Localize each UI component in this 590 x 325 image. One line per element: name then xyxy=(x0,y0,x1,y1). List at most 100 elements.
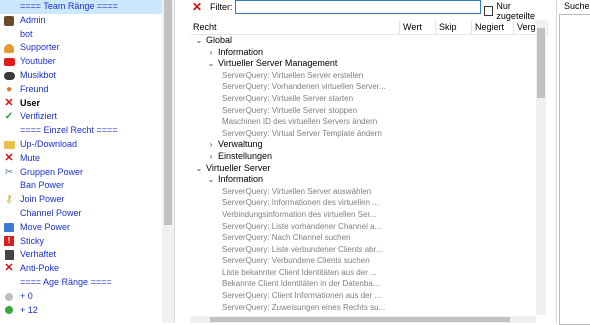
admin-avatar-icon xyxy=(3,15,15,26)
tree-vertical-scrollbar[interactable] xyxy=(536,20,546,315)
group-item[interactable]: ==== Team Ränge ==== xyxy=(0,0,162,14)
tree-horizontal-scrollbar[interactable] xyxy=(190,316,536,323)
tree-label: Information xyxy=(218,174,264,185)
tree-category[interactable]: ⌄ Information xyxy=(190,174,536,186)
permission-item[interactable]: ServerQuery: Zuweisungen eines Rechts su… xyxy=(190,302,536,314)
tree-label: Bekannte Client Identitäten in der Daten… xyxy=(222,279,380,289)
group-item[interactable]: Up-/Download xyxy=(0,138,162,152)
search-results-box[interactable] xyxy=(559,14,590,325)
group-item[interactable]: Admin xyxy=(0,14,162,28)
group-item-label: Youtuber xyxy=(20,56,56,67)
jail-icon xyxy=(3,250,15,261)
filter-input[interactable] xyxy=(235,0,481,14)
scrollbar-thumb[interactable] xyxy=(210,317,510,322)
permission-item[interactable]: Verbindungsinformation des virtuellen Se… xyxy=(190,209,536,221)
permission-item[interactable]: ServerQuery: Verbundene Clients suchen xyxy=(190,255,536,267)
group-item[interactable]: ==== Age Ränge ==== xyxy=(0,276,162,290)
expand-right-icon[interactable]: › xyxy=(206,139,216,151)
group-item[interactable]: Channel Power xyxy=(0,207,162,221)
scrollbar-thumb[interactable] xyxy=(537,28,545,98)
group-item[interactable]: + 12 xyxy=(0,304,162,318)
permission-item[interactable]: ServerQuery: Virtuelle Server starten xyxy=(190,93,536,105)
move-icon xyxy=(3,222,15,233)
key-icon: ⚷ xyxy=(5,194,13,206)
group-item-label: + 0 xyxy=(20,290,33,301)
youtube-icon xyxy=(3,57,15,68)
search-panel: Suchen: xyxy=(556,0,590,325)
permission-tree[interactable]: ⌄ Global › Information ⌄ Virtueller Server Ma… xyxy=(190,35,536,315)
only-assigned-label: Nur zugeteilte xyxy=(496,1,535,21)
group-item[interactable]: ✕ User xyxy=(0,97,162,111)
group-item[interactable]: Musikbot xyxy=(0,69,162,83)
permission-item[interactable]: ServerQuery: Liste verbundener Clients a… xyxy=(190,244,536,256)
permission-item[interactable]: ServerQuery: Virtuellen Server erstellen xyxy=(190,70,536,82)
scrollbar-thumb[interactable] xyxy=(164,0,172,225)
permission-item[interactable]: ServerQuery: Virtuelle Server stoppen xyxy=(190,105,536,117)
expand-down-icon[interactable]: ⌄ xyxy=(194,163,204,175)
tree-label: ServerQuery: Liste vorhandener Channel a… xyxy=(222,221,382,231)
tree-category[interactable]: › Einstellungen xyxy=(190,151,536,163)
tree-label: Information xyxy=(218,46,264,57)
tree-category[interactable]: › Information xyxy=(190,47,536,59)
expand-right-icon[interactable]: › xyxy=(206,151,216,163)
tree-label: ServerQuery: Virtuellen Server erstellen xyxy=(222,70,364,80)
permission-table-header: Recht Wert Skip Negiert Vergab xyxy=(190,20,548,35)
permission-item[interactable]: ServerQuery: Informationen des virtuelle… xyxy=(190,197,536,209)
group-item-label: Verifiziert xyxy=(20,111,58,122)
column-header[interactable]: Negiert xyxy=(472,20,514,34)
group-list-scrollbar[interactable] xyxy=(162,0,175,323)
empty-icon xyxy=(3,181,15,192)
group-item-label: Gruppen Power xyxy=(20,166,84,177)
permission-item[interactable]: Maschinen ID des virtuellen Servers ände… xyxy=(190,116,536,128)
group-item[interactable]: bot xyxy=(0,28,162,42)
column-header[interactable]: Wert xyxy=(400,20,436,34)
checkbox-box[interactable] xyxy=(484,6,494,16)
red-x-icon: ✕ xyxy=(4,151,14,164)
filter-label: Filter: xyxy=(210,2,233,12)
group-item-label: Channel Power xyxy=(20,207,82,218)
tree-label: Virtueller Server xyxy=(206,162,271,173)
tree-label: ServerQuery: Virtual Server Template änd… xyxy=(222,128,382,138)
group-item[interactable]: Supporter xyxy=(0,41,162,55)
group-item[interactable]: ✕ Anti-Poke xyxy=(0,262,162,276)
tree-category[interactable]: › Verwaltung xyxy=(190,139,536,151)
empty-icon xyxy=(3,1,15,12)
group-item[interactable]: Verhaftet xyxy=(0,248,162,262)
group-item[interactable]: ● Freund xyxy=(0,83,162,97)
group-item[interactable]: ✕ Mute xyxy=(0,152,162,166)
expand-down-icon[interactable]: ⌄ xyxy=(206,174,216,186)
column-header[interactable]: Recht xyxy=(190,20,400,34)
column-header[interactable]: Skip xyxy=(436,20,472,34)
expand-right-icon[interactable]: › xyxy=(206,47,216,59)
tree-category[interactable]: ⌄ Global xyxy=(190,35,536,47)
group-item[interactable]: Ban Power xyxy=(0,179,162,193)
permission-item[interactable]: ServerQuery: Liste vorhandener Channel a… xyxy=(190,221,536,233)
tree-label: ServerQuery: Zuweisungen eines Rechts su… xyxy=(222,302,386,312)
tree-category[interactable]: ⌄ Virtueller Server xyxy=(190,163,536,175)
permission-item[interactable]: ServerQuery: Nach Channel suchen xyxy=(190,232,536,244)
clear-filter-icon[interactable]: ✕ xyxy=(192,0,204,14)
group-item[interactable]: Move Power xyxy=(0,221,162,235)
group-item[interactable]: ✓ Verifiziert xyxy=(0,110,162,124)
permission-item[interactable]: ServerQuery: Vorhandenen virtuellen Serv… xyxy=(190,81,536,93)
permission-item[interactable]: ServerQuery: Client Informationen aus de… xyxy=(190,290,536,302)
tree-label: Verbindungsinformation des virtuellen Se… xyxy=(222,209,377,219)
tree-category[interactable]: ⌄ Virtueller Server Management xyxy=(190,58,536,70)
group-item[interactable]: ✂ Gruppen Power xyxy=(0,166,162,180)
group-item[interactable]: ⚷ Join Power xyxy=(0,193,162,207)
server-group-list[interactable]: ==== Team Ränge ==== Admin bot Supporter You… xyxy=(0,0,163,323)
group-item[interactable]: + 0 xyxy=(0,290,162,304)
red-x-icon: ✕ xyxy=(4,96,14,109)
expand-down-icon[interactable]: ⌄ xyxy=(194,35,204,47)
only-assigned-checkbox[interactable]: Nur zugeteilte xyxy=(484,1,548,21)
group-item[interactable]: ! Sticky xyxy=(0,235,162,249)
permission-item[interactable]: Bekannte Client Identitäten in der Daten… xyxy=(190,278,536,290)
group-item-label: + 12 xyxy=(20,304,38,315)
music-bot-icon xyxy=(3,70,15,81)
expand-down-icon[interactable]: ⌄ xyxy=(206,58,216,70)
permission-item[interactable]: Liste bekannter Client Identitäten aus d… xyxy=(190,267,536,279)
permission-item[interactable]: ServerQuery: Virtual Server Template änd… xyxy=(190,128,536,140)
group-item[interactable]: Youtuber xyxy=(0,55,162,69)
group-item[interactable]: ==== Einzel Recht ==== xyxy=(0,124,162,138)
permission-item[interactable]: ServerQuery: Virtuellen Server auswählen xyxy=(190,186,536,198)
